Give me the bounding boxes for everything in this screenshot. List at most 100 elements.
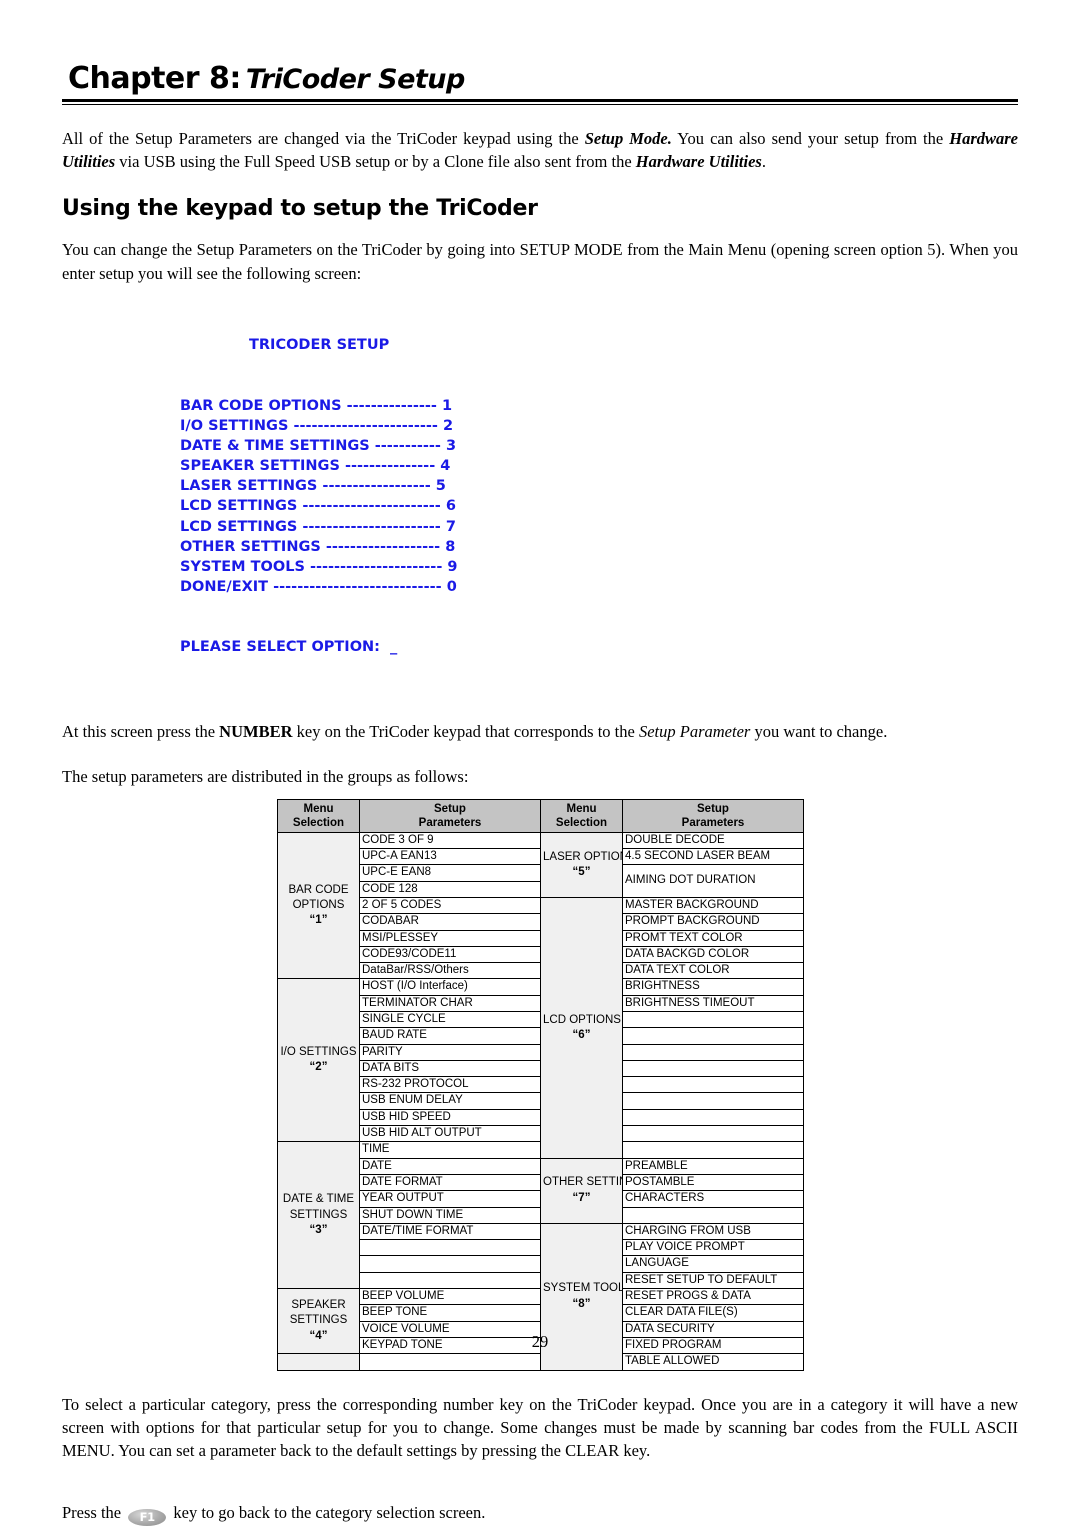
lcd-menu-item-label: SYSTEM TOOLS [180,558,305,575]
setup-parameter-cell: USB ENUM DELAY [359,1092,541,1110]
setup-parameter-cell: DATE FORMAT [359,1173,541,1192]
menu-selection-cell: I/O SETTINGS “2” [277,978,360,1143]
menu-selection-cell: OTHER SETTINGS “7” [540,1157,623,1224]
setup-parameter-cell [622,1206,804,1224]
lcd-menu-item-dashes: ----------- [369,438,446,455]
intro-hardware-utilities-2: Hardware Utilities [635,152,762,172]
mid-text-c: key on the TriCoder keypad that correspo… [292,721,639,741]
setup-parameter-cell: PROMPT BACKGROUND [622,913,804,931]
setup-parameter-cell: CHARACTERS [622,1190,804,1208]
header-setup-l2: Parameters [418,816,482,829]
lcd-menu-item-dashes: --------------- [341,397,442,414]
setup-parameter-cell: PREAMBLE [622,1157,804,1175]
lcd-menu-item-dashes: ----------------------- [297,518,446,535]
setup-parameter-cell: TERMINATOR CHAR [359,994,541,1013]
setup-parameter-cell [359,1353,541,1371]
menu-selection-label: LCD OPTIONS [543,1013,621,1026]
lcd-menu-rows: BAR CODE OPTIONS --------------- 1 I/O SE… [180,396,1018,597]
document-page: Chapter 8: TriCoder Setup All of the Setu… [0,0,1080,1526]
lcd-menu-item-4: SPEAKER SETTINGS --------------- 4 [180,456,1018,476]
intro-paragraph: All of the Setup Parameters are changed … [62,127,1018,174]
lcd-menu-item-number: 2 [442,417,454,434]
lcd-menu-item-7: LCD SETTINGS ----------------------- 7 [180,517,1018,537]
number-key-paragraph: At this screen press the NUMBER key on t… [62,720,1018,743]
setup-parameter-cell: MSI/PLESSEY [359,929,541,947]
groups-intro-paragraph: The setup parameters are distributed in … [62,767,469,787]
setup-parameters-table-wrapper: Menu Selection Setup Parameters Menu Select… [277,798,804,1371]
setup-parameter-cell: CODE 128 [359,880,541,898]
menu-selection-cell: DATE & TIME SETTINGS “3” [277,1141,360,1290]
intro-setup-mode: Setup Mode. [584,129,672,148]
setup-parameter-cell: LANGUAGE [622,1255,804,1273]
setup-parameter-cell [622,1076,804,1094]
page-number: 29 [531,1332,549,1351]
setup-parameter-cell [622,1125,804,1143]
menu-selection-label: SETTINGS [289,1314,348,1327]
lcd-menu-item-number: 1 [441,397,453,414]
lcd-menu-item-label: LASER SETTINGS [180,478,318,495]
lcd-menu-item-number: 3 [445,438,457,455]
setup-parameter-cell: POSTAMBLE [622,1173,804,1192]
menu-selection-cell: BAR CODE OPTIONS “1” [277,831,360,980]
f1-instruction-line: Press the F1 key to go back to the categ… [62,1501,1018,1526]
setup-parameter-cell: DATE [359,1157,541,1175]
menu-selection-label: BAR CODE [288,883,349,896]
lcd-menu-item-0: DONE/EXIT ---------------------------- 0 [180,577,1018,597]
header-menu-selection-left: Menu Selection [277,798,360,833]
setup-parameter-cell [359,1239,541,1257]
setup-parameter-cell: BEEP TONE [359,1304,541,1322]
intro-text-e: via USB using the Full Speed USB setup o… [115,152,636,172]
setup-parameter-cell [622,1108,804,1127]
header-menu-l2: Selection [292,816,345,829]
lcd-menu-item-number: 8 [445,538,456,555]
mid-text-a: At this screen press the [62,721,220,741]
lcd-menu-item-number: 0 [446,579,457,596]
setup-parameter-cell: CLEAR DATA FILE(S) [622,1304,804,1322]
lcd-menu-item-number: 6 [445,498,456,515]
lcd-menu-item-label: OTHER SETTINGS [180,538,321,555]
setup-parameter-cell: RS-232 PROTOCOL [359,1076,541,1094]
setup-parameter-cell: TIME [359,1141,541,1159]
lcd-menu-item-dashes: ------------------- [320,538,446,555]
lcd-menu-item-dashes: ---------------------------- [268,579,447,596]
lcd-menu-item-number: 4 [440,458,451,475]
lcd-menu-item-dashes: ----------------------- [297,498,446,515]
setup-parameter-cell [622,1092,804,1110]
setup-parameter-cell [622,1141,804,1159]
setup-parameter-cell: BRIGHTNESS [622,978,804,996]
menu-selection-number: “5” [572,865,591,878]
lcd-select-prompt: PLEASE SELECT OPTION: _ [180,639,398,656]
setup-parameter-cell: RESET SETUP TO DEFAULT [622,1271,804,1290]
lcd-menu-item-label: LCD SETTINGS [180,518,298,535]
setup-parameter-cell: 2 OF 5 CODES [359,896,541,915]
setup-parameter-cell: CODABAR [359,913,541,931]
intro-text-c: You can also send your setup from the [671,129,950,148]
table-row: BAR CODE OPTIONS “1” CODE 3 OF 9 LASER OPTIO… [277,831,804,980]
lcd-menu-item-6: LCD SETTINGS ----------------------- 6 [180,496,1018,516]
menu-selection-label: OPTIONS [292,898,345,911]
table-header-row: Menu Selection Setup Parameters Menu Select… [277,798,804,833]
lcd-menu-item-label: I/O SETTINGS [180,417,289,434]
setup-parameter-cell: CODE93/CODE11 [359,945,541,964]
lcd-menu-item-3: DATE & TIME SETTINGS ----------- 3 [180,436,1018,456]
lcd-screen-title: TRICODER SETUP [249,337,390,354]
setup-parameter-cell: DATA BACKGD COLOR [622,945,804,964]
setup-parameter-cell [359,1255,541,1273]
lcd-menu-item-label: LCD SETTINGS [180,498,298,515]
f1-key-icon: F1 [128,1508,167,1526]
intro-text-g: . [761,152,766,172]
lcd-menu-item-number: 5 [435,478,446,495]
setup-parameter-cell: DATA TEXT COLOR [622,962,804,980]
menu-selection-number: “6” [572,1028,591,1041]
setup-parameter-cell: DataBar/RSS/Others [359,962,541,980]
setup-parameter-cell [622,1059,804,1078]
header-menu-l1-r: Menu [566,802,597,815]
lcd-menu-item-8: OTHER SETTINGS ------------------- 8 [180,537,1018,557]
lcd-menu-item-label: DATE & TIME SETTINGS [180,438,370,455]
tricoder-setup-screen: TRICODER SETUP BAR CODE OPTIONS --------… [180,295,1018,698]
setup-parameter-cell: AIMING DOT DURATION [622,864,804,898]
chapter-title: TriCoder Setup [245,64,465,95]
section-heading: Using the keypad to setup the TriCoder [62,195,538,221]
setup-parameter-cell: BAUD RATE [359,1027,541,1045]
setup-parameter-cell: YEAR OUTPUT [359,1190,541,1208]
